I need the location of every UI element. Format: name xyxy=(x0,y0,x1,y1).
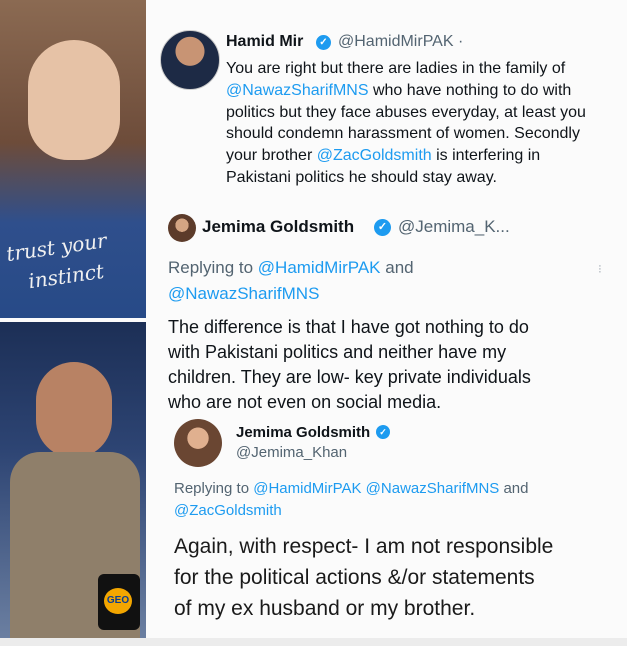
hamid-mir-photo: GEO xyxy=(0,322,146,638)
tweet-text-segment: who have nothing to do with xyxy=(368,81,572,99)
author-handle[interactable]: @HamidMirPAK · xyxy=(338,33,463,51)
tweet-text-segment: politics but they face abuses everyday, … xyxy=(226,103,586,121)
tweet-text: You are right but there are ladies in th… xyxy=(226,58,586,189)
tweets-panel: Hamid Mir ✓ @HamidMirPAK · You are right… xyxy=(160,0,627,638)
author-handle[interactable]: @Jemima_K... xyxy=(398,217,510,237)
face-shape xyxy=(36,362,112,458)
bottom-edge xyxy=(0,638,627,646)
mention-link[interactable]: @ZacGoldsmith xyxy=(174,500,528,522)
tweet-text-segment: your brother xyxy=(226,147,317,165)
verified-badge-icon: ✓ xyxy=(374,219,391,236)
author-name[interactable]: Jemima Goldsmith xyxy=(236,424,370,441)
mention-link[interactable]: @NawazSharifMNS xyxy=(168,281,414,307)
tweet-text-segment: is interfering in xyxy=(431,147,541,165)
face-shape xyxy=(28,40,120,160)
mention-link[interactable]: @HamidMirPAK @NawazSharifMNS xyxy=(253,480,499,497)
shirt-handwriting: trust your instinct xyxy=(4,228,109,294)
jemima-photo: trust your instinct xyxy=(0,0,146,318)
geo-logo: GEO xyxy=(104,588,132,614)
tweet-line: Pakistani politics he should stay away. xyxy=(226,167,586,189)
replying-to: Replying to @HamidMirPAK @NawazSharifMNS… xyxy=(174,478,528,522)
replying-to: Replying to @HamidMirPAK and @NawazShari… xyxy=(168,255,414,307)
mention-link[interactable]: @HamidMirPAK xyxy=(258,258,381,277)
tweet-line: your brother @ZacGoldsmith is interferin… xyxy=(226,145,586,167)
mention-link[interactable]: @NawazSharifMNS xyxy=(226,82,369,99)
author-handle[interactable]: @Jemima_Khan xyxy=(236,444,347,461)
tweet-text-segment: You are right but there are ladies in th… xyxy=(226,60,566,77)
author-name[interactable]: Hamid Mir xyxy=(226,33,303,51)
verified-badge-icon: ✓ xyxy=(316,35,331,50)
avatar[interactable] xyxy=(168,214,196,242)
tweet-line: should condemn harassment of women. Seco… xyxy=(226,123,586,145)
tweet-line: @NawazSharifMNS who have nothing to do w… xyxy=(226,80,586,102)
tweet-text-segment: Pakistani politics he should stay away. xyxy=(226,168,497,186)
verified-badge-icon: ✓ xyxy=(376,425,390,439)
tweet-text: The difference is that I have got nothin… xyxy=(168,317,531,412)
tweet-text-segment: should condemn harassment of women. Seco… xyxy=(226,125,580,143)
author-name[interactable]: Jemima Goldsmith xyxy=(202,217,354,237)
tweet-line: politics but they face abuses everyday, … xyxy=(226,102,586,124)
avatar[interactable] xyxy=(174,419,222,467)
mention-link[interactable]: @ZacGoldsmith xyxy=(317,147,432,164)
avatar[interactable] xyxy=(160,30,220,90)
more-options-icon[interactable]: ⁝ xyxy=(598,262,602,276)
tweet-text: Again, with respect- I am not responsibl… xyxy=(174,535,554,620)
tweet-line: You are right but there are ladies in th… xyxy=(226,58,586,80)
collage: trust your instinct GEO Hamid Mir ✓ @Ham… xyxy=(0,0,627,646)
